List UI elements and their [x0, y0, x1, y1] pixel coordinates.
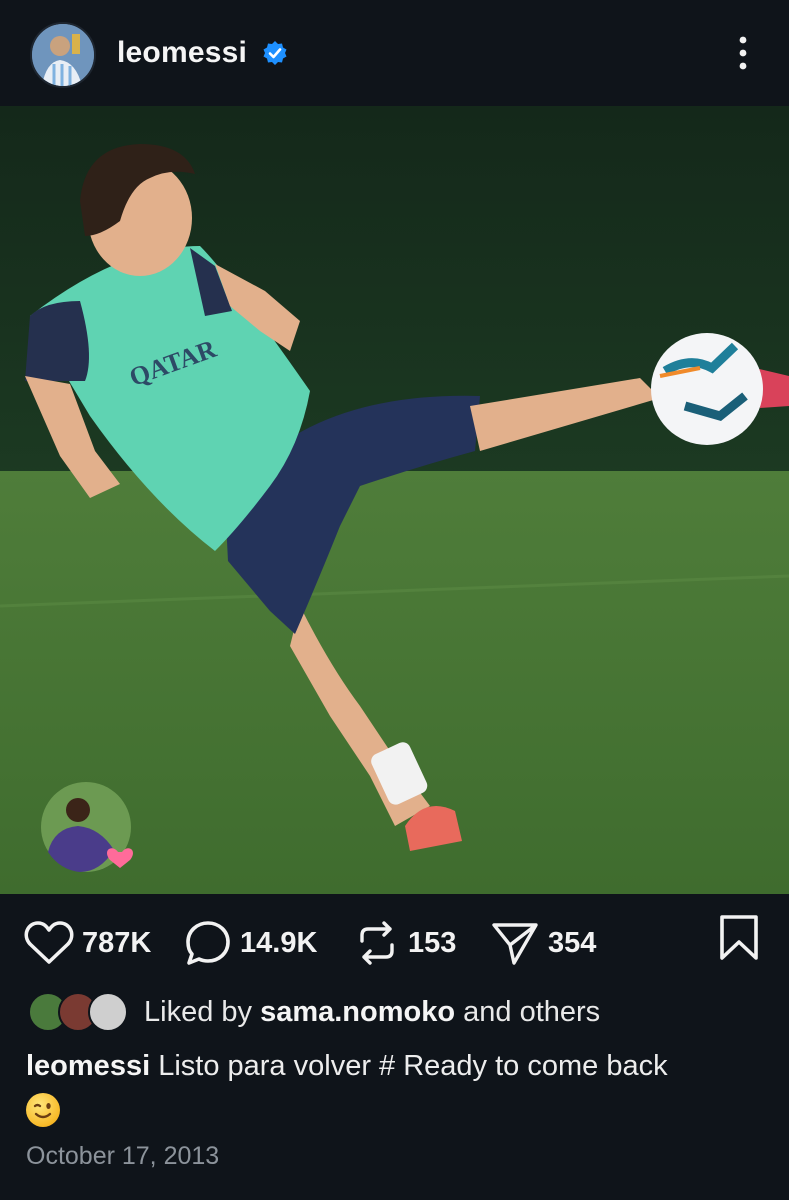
- profile-avatar[interactable]: [30, 22, 96, 88]
- repost-button[interactable]: 153: [354, 915, 456, 971]
- liker-avatar: [88, 992, 128, 1032]
- liked-by-row[interactable]: Liked by sama.nomoko and others: [28, 992, 768, 1032]
- more-options-icon[interactable]: [730, 34, 756, 74]
- post-caption: leomessi Listo para volver # Ready to co…: [26, 1045, 766, 1129]
- post-header: leomessi: [0, 0, 789, 106]
- share-count: 354: [548, 926, 597, 959]
- post-photo[interactable]: QATAR: [0, 106, 789, 894]
- like-count: 787K: [82, 926, 152, 959]
- send-icon: [492, 923, 538, 965]
- post-actions: 787K 14.9K 153 354: [0, 915, 789, 971]
- bookmark-icon[interactable]: [717, 914, 761, 962]
- liked-by-user[interactable]: sama.nomoko: [260, 996, 455, 1028]
- comment-button[interactable]: 14.9K: [184, 915, 317, 971]
- heart-icon: [24, 921, 74, 964]
- caption-text: Listo para volver # Ready to come back: [158, 1050, 668, 1082]
- like-button[interactable]: 787K: [24, 915, 151, 971]
- liked-by-text: Liked by sama.nomoko and others: [144, 996, 601, 1028]
- comment-bubble-icon: [186, 921, 230, 965]
- post-date: October 17, 2013: [26, 1142, 220, 1170]
- post-username[interactable]: leomessi: [117, 36, 247, 70]
- wink-emoji-icon: [26, 1093, 60, 1128]
- share-button[interactable]: 354: [490, 915, 596, 971]
- caption-username[interactable]: leomessi: [26, 1050, 150, 1082]
- repost-count: 153: [408, 926, 457, 959]
- tagged-user-avatar[interactable]: [40, 780, 140, 880]
- comment-count: 14.9K: [240, 926, 318, 959]
- repost-icon: [360, 921, 394, 965]
- verified-badge-icon: [263, 41, 287, 65]
